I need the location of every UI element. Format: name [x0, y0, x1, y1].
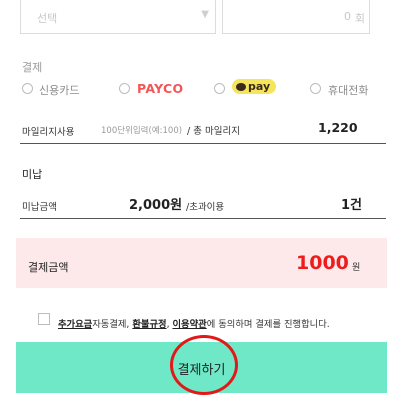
- mileage-input[interactable]: 100단위입력(예:100): [101, 124, 182, 136]
- agree-checkbox[interactable]: [38, 313, 50, 325]
- agreement-text: 추가요금자동결제, 환불규정, 이용약관에 동의하며 결제를 진행합니다.: [58, 316, 330, 330]
- payment-method-label: 결제: [22, 61, 43, 74]
- agreement-text-1: 자동결제,: [92, 319, 133, 330]
- radio-payco[interactable]: [119, 83, 130, 94]
- radio-credit-card[interactable]: [22, 83, 33, 94]
- total-mileage-label: / 총 마일리지: [187, 126, 240, 137]
- divider: [20, 218, 386, 219]
- count-input[interactable]: 0 회: [222, 0, 370, 34]
- count-unit: 회: [354, 12, 365, 25]
- product-select-value: 선택: [37, 12, 58, 25]
- radio-kakaopay[interactable]: [214, 83, 225, 94]
- payment-total-amount: 1000: [296, 252, 349, 274]
- payco-logo: PAYCO: [137, 81, 184, 96]
- total-mileage-value: 1,220: [318, 120, 358, 135]
- pay-button[interactable]: 결제하기: [16, 342, 387, 393]
- option-credit-card-label: 신용카드: [39, 84, 80, 97]
- count-input-value: 0: [344, 10, 351, 23]
- speech-bubble-icon: [236, 82, 246, 91]
- kakaopay-label: pay: [248, 80, 271, 93]
- overuse-label: /초과이용: [186, 202, 225, 213]
- extra-fee-link[interactable]: 추가요금: [58, 319, 92, 330]
- option-mobile-phone-label: 휴대전화: [328, 84, 369, 97]
- chevron-down-icon: ▼: [201, 9, 209, 20]
- unpaid-amount-value: 2,000원: [129, 198, 183, 213]
- pay-button-label: 결제하기: [177, 363, 226, 378]
- radio-mobile-phone[interactable]: [310, 83, 321, 94]
- divider: [20, 143, 386, 144]
- refund-policy-link[interactable]: 환불규정: [132, 319, 166, 330]
- unpaid-amount-label: 미납금액: [22, 202, 57, 213]
- payment-total-label: 결제금액: [28, 261, 69, 274]
- unpaid-section-title: 미납: [22, 168, 43, 181]
- terms-link[interactable]: 이용약관: [172, 319, 206, 330]
- agreement-text-2: 에 동의하며 결제를 진행합니다.: [206, 319, 330, 330]
- mileage-label: 마일리지사용: [22, 127, 75, 138]
- payment-total-unit: 원: [352, 263, 361, 273]
- kakaopay-logo: pay: [232, 79, 277, 94]
- product-select[interactable]: 선택 ▼: [20, 0, 216, 34]
- overuse-count-value: 1건: [341, 198, 363, 213]
